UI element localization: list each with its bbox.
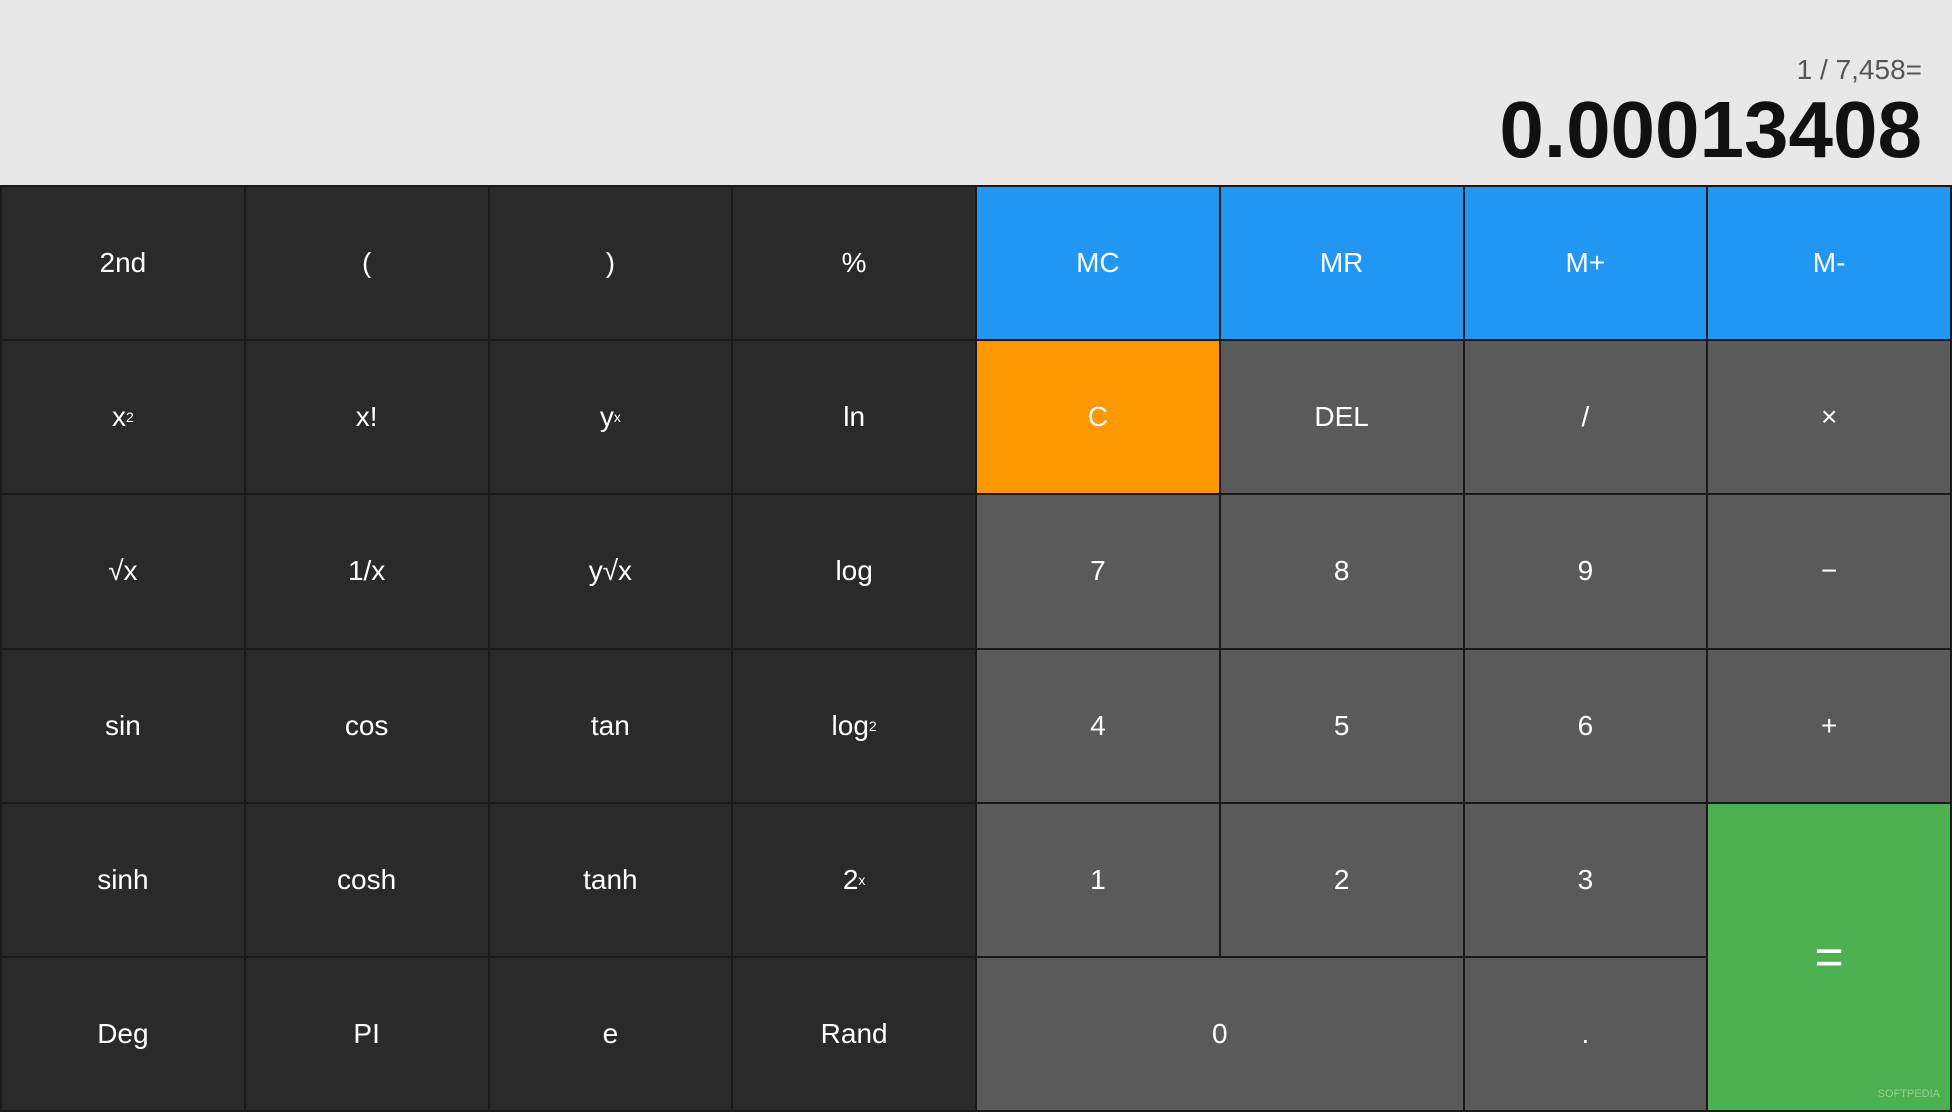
expression-display: 1 / 7,458= xyxy=(1797,54,1922,86)
btn-e[interactable]: e xyxy=(490,958,732,1110)
btn-mc[interactable]: MC xyxy=(977,187,1219,339)
btn-4[interactable]: 4 xyxy=(977,650,1219,802)
btn-mminus[interactable]: M- xyxy=(1708,187,1950,339)
btn-open-paren[interactable]: ( xyxy=(246,187,488,339)
equals-label: = xyxy=(1815,928,1844,986)
btn-ysqrt[interactable]: y√x xyxy=(490,495,732,647)
btn-2x[interactable]: 2x xyxy=(733,804,975,956)
btn-3[interactable]: 3 xyxy=(1465,804,1707,956)
btn-del[interactable]: DEL xyxy=(1221,341,1463,493)
btn-2[interactable]: 2 xyxy=(1221,804,1463,956)
btn-sin[interactable]: sin xyxy=(2,650,244,802)
btn-dot[interactable]: . xyxy=(1465,958,1707,1110)
btn-xfact[interactable]: x! xyxy=(246,341,488,493)
btn-deg[interactable]: Deg xyxy=(2,958,244,1110)
btn-6[interactable]: 6 xyxy=(1465,650,1707,802)
btn-inv[interactable]: 1/x xyxy=(246,495,488,647)
btn-mplus[interactable]: M+ xyxy=(1465,187,1707,339)
btn-pi[interactable]: PI xyxy=(246,958,488,1110)
btn-rand[interactable]: Rand xyxy=(733,958,975,1110)
display-area: 1 / 7,458= 0.00013408 xyxy=(0,0,1952,185)
btn-tan[interactable]: tan xyxy=(490,650,732,802)
btn-cosh[interactable]: cosh xyxy=(246,804,488,956)
btn-div[interactable]: / xyxy=(1465,341,1707,493)
btn-percent[interactable]: % xyxy=(733,187,975,339)
btn-equals[interactable]: = SOFTPEDIA xyxy=(1708,804,1950,1110)
btn-close-paren[interactable]: ) xyxy=(490,187,732,339)
btn-0[interactable]: 0 xyxy=(977,958,1463,1110)
btn-7[interactable]: 7 xyxy=(977,495,1219,647)
btn-ln[interactable]: ln xyxy=(733,341,975,493)
result-display: 0.00013408 xyxy=(1499,90,1922,170)
btn-2nd[interactable]: 2nd xyxy=(2,187,244,339)
btn-cos[interactable]: cos xyxy=(246,650,488,802)
btn-sub[interactable]: − xyxy=(1708,495,1950,647)
btn-mul[interactable]: × xyxy=(1708,341,1950,493)
btn-1[interactable]: 1 xyxy=(977,804,1219,956)
btn-sinh[interactable]: sinh xyxy=(2,804,244,956)
btn-5[interactable]: 5 xyxy=(1221,650,1463,802)
btn-x2[interactable]: x2 xyxy=(2,341,244,493)
btn-9[interactable]: 9 xyxy=(1465,495,1707,647)
btn-mr[interactable]: MR xyxy=(1221,187,1463,339)
btn-sqrt[interactable]: √x xyxy=(2,495,244,647)
btn-c[interactable]: C xyxy=(977,341,1219,493)
btn-log2[interactable]: log2 xyxy=(733,650,975,802)
btn-8[interactable]: 8 xyxy=(1221,495,1463,647)
btn-yx[interactable]: yx xyxy=(490,341,732,493)
softpedia-watermark: SOFTPEDIA xyxy=(1878,1088,1940,1100)
calculator-grid: 2nd ( ) % MC MR M+ M- x2 x! yx ln C DEL … xyxy=(0,185,1952,1112)
btn-tanh[interactable]: tanh xyxy=(490,804,732,956)
btn-add[interactable]: + xyxy=(1708,650,1950,802)
btn-log[interactable]: log xyxy=(733,495,975,647)
